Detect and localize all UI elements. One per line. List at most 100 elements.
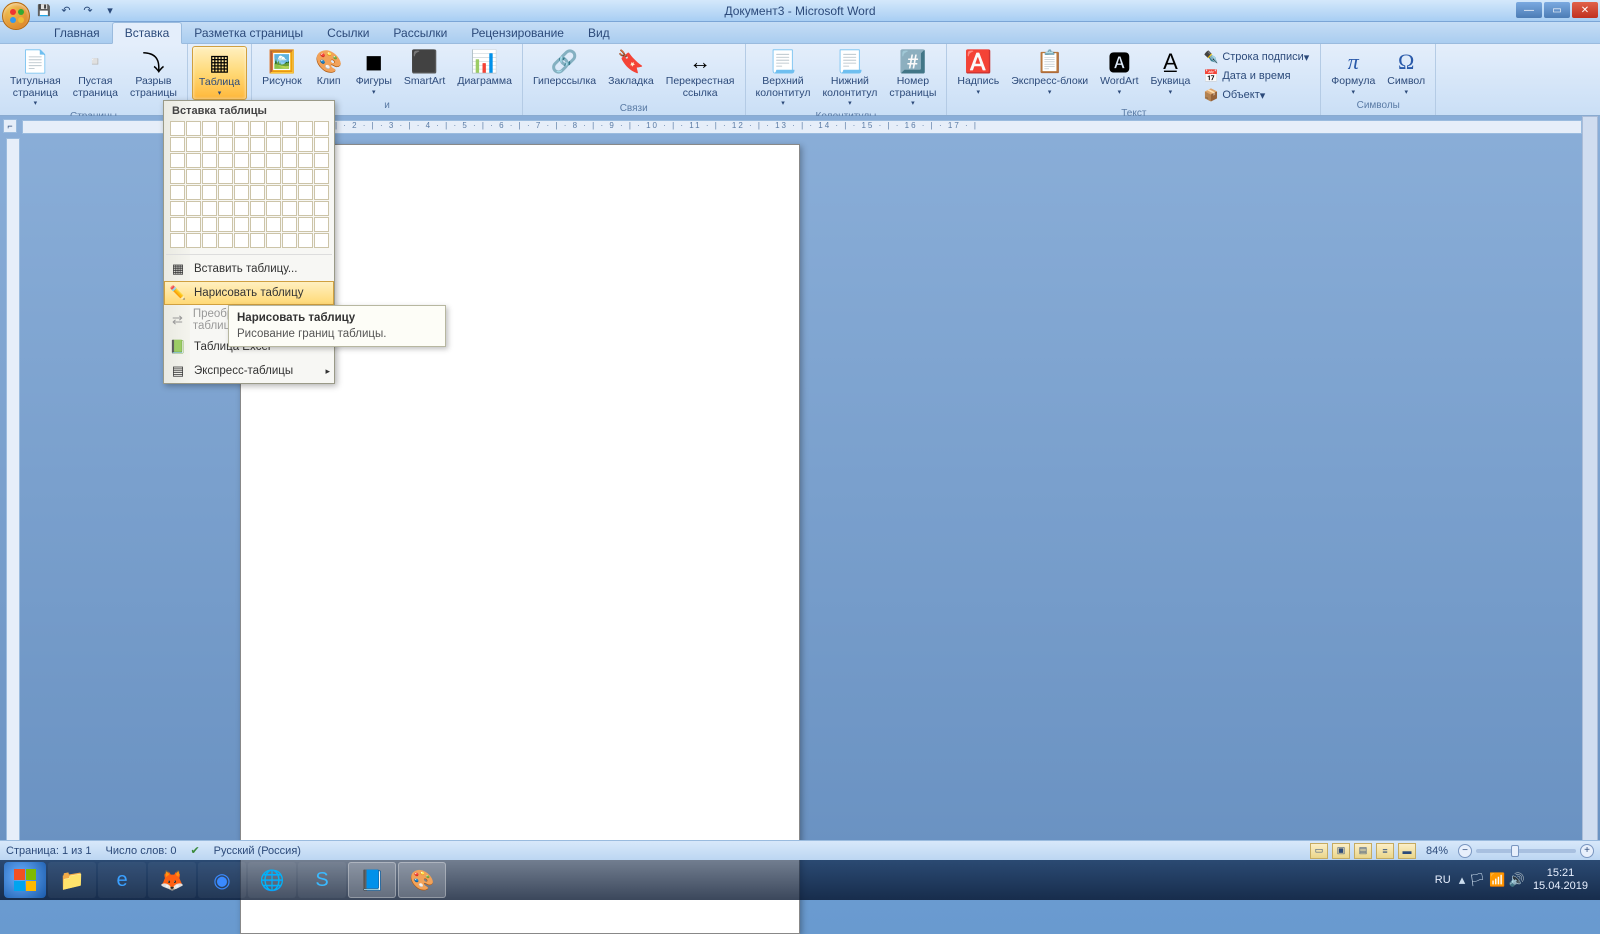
- start-button[interactable]: [4, 862, 46, 898]
- grid-cell[interactable]: [218, 201, 233, 216]
- grid-cell[interactable]: [314, 137, 329, 152]
- vertical-scrollbar[interactable]: [1582, 116, 1598, 850]
- grid-cell[interactable]: [250, 185, 265, 200]
- grid-cell[interactable]: [186, 217, 201, 232]
- status-words[interactable]: Число слов: 0: [106, 845, 177, 857]
- grid-cell[interactable]: [314, 233, 329, 248]
- grid-cell[interactable]: [186, 169, 201, 184]
- tab-home[interactable]: Главная: [42, 23, 112, 43]
- zoom-out-button[interactable]: −: [1458, 844, 1472, 858]
- page-number-button[interactable]: #️⃣Номер страницы▾: [883, 46, 942, 109]
- table-button[interactable]: ▦Таблица▾: [192, 46, 247, 100]
- grid-cell[interactable]: [234, 185, 249, 200]
- grid-cell[interactable]: [282, 185, 297, 200]
- minimize-button[interactable]: —: [1516, 2, 1542, 18]
- redo-icon[interactable]: ↷: [79, 2, 97, 20]
- tab-review[interactable]: Рецензирование: [459, 23, 576, 43]
- grid-cell[interactable]: [282, 137, 297, 152]
- zoom-thumb[interactable]: [1511, 845, 1519, 857]
- bookmark-button[interactable]: 🔖Закладка: [602, 46, 660, 90]
- office-button[interactable]: [2, 2, 30, 30]
- grid-cell[interactable]: [314, 185, 329, 200]
- grid-cell[interactable]: [266, 233, 281, 248]
- cover-page-button[interactable]: 📄Титульная страница▾: [4, 46, 67, 109]
- grid-cell[interactable]: [170, 201, 185, 216]
- grid-cell[interactable]: [170, 121, 185, 136]
- view-outline[interactable]: ≡: [1376, 843, 1394, 859]
- vertical-ruler[interactable]: [6, 138, 20, 850]
- grid-cell[interactable]: [218, 185, 233, 200]
- crossref-button[interactable]: ↔Перекрестная ссылка: [660, 46, 741, 101]
- close-button[interactable]: ✕: [1572, 2, 1598, 18]
- grid-cell[interactable]: [266, 121, 281, 136]
- grid-cell[interactable]: [298, 185, 313, 200]
- grid-cell[interactable]: [314, 217, 329, 232]
- grid-cell[interactable]: [234, 217, 249, 232]
- grid-cell[interactable]: [250, 169, 265, 184]
- grid-cell[interactable]: [218, 217, 233, 232]
- insert-table-item[interactable]: ▦Вставить таблицу...: [164, 257, 334, 281]
- taskbar-explorer[interactable]: 📁: [48, 862, 96, 898]
- quickparts-button[interactable]: 📋Экспресс-блоки▾: [1005, 46, 1094, 98]
- taskbar-firefox[interactable]: 🦊: [148, 862, 196, 898]
- textbox-button[interactable]: 🅰️Надпись▾: [951, 46, 1005, 98]
- grid-cell[interactable]: [298, 169, 313, 184]
- hyperlink-button[interactable]: 🔗Гиперссылка: [527, 46, 602, 90]
- grid-cell[interactable]: [314, 153, 329, 168]
- view-full-screen[interactable]: ▣: [1332, 843, 1350, 859]
- grid-cell[interactable]: [186, 185, 201, 200]
- chart-button[interactable]: 📊Диаграмма: [451, 46, 518, 90]
- header-button[interactable]: 📃Верхний колонтитул▾: [750, 46, 817, 109]
- grid-cell[interactable]: [250, 217, 265, 232]
- signature-line-button[interactable]: ✒️Строка подписи ▾: [1200, 48, 1312, 66]
- blank-page-button[interactable]: ▫️Пустая страница: [67, 46, 124, 101]
- grid-cell[interactable]: [282, 201, 297, 216]
- grid-cell[interactable]: [282, 121, 297, 136]
- grid-cell[interactable]: [298, 121, 313, 136]
- grid-cell[interactable]: [266, 153, 281, 168]
- symbol-button[interactable]: ΩСимвол▾: [1381, 46, 1431, 98]
- grid-cell[interactable]: [186, 233, 201, 248]
- grid-cell[interactable]: [202, 121, 217, 136]
- tray-language[interactable]: RU: [1435, 874, 1451, 886]
- grid-cell[interactable]: [202, 137, 217, 152]
- wordart-button[interactable]: 🅰WordArt▾: [1094, 46, 1144, 98]
- grid-cell[interactable]: [234, 153, 249, 168]
- zoom-percent[interactable]: 84%: [1426, 845, 1448, 857]
- tray-clock[interactable]: 15:21 15.04.2019: [1533, 867, 1588, 893]
- grid-cell[interactable]: [298, 137, 313, 152]
- quick-tables-item[interactable]: ▤Экспресс-таблицы▸: [164, 359, 334, 383]
- grid-cell[interactable]: [282, 233, 297, 248]
- grid-cell[interactable]: [202, 201, 217, 216]
- grid-cell[interactable]: [298, 201, 313, 216]
- zoom-in-button[interactable]: +: [1580, 844, 1594, 858]
- tray-icons[interactable]: ▴ 🏳 📶 🔊: [1459, 872, 1525, 888]
- smartart-button[interactable]: ⬛SmartArt: [398, 46, 451, 90]
- grid-cell[interactable]: [234, 169, 249, 184]
- date-time-button[interactable]: 📅Дата и время: [1200, 67, 1312, 85]
- grid-cell[interactable]: [202, 233, 217, 248]
- grid-cell[interactable]: [170, 137, 185, 152]
- grid-cell[interactable]: [202, 153, 217, 168]
- save-icon[interactable]: 💾: [35, 2, 53, 20]
- grid-cell[interactable]: [314, 121, 329, 136]
- taskbar-ie[interactable]: e: [98, 862, 146, 898]
- grid-cell[interactable]: [170, 169, 185, 184]
- table-size-grid[interactable]: [170, 121, 328, 248]
- grid-cell[interactable]: [298, 217, 313, 232]
- status-page[interactable]: Страница: 1 из 1: [6, 845, 92, 857]
- grid-cell[interactable]: [234, 137, 249, 152]
- footer-button[interactable]: 📃Нижний колонтитул▾: [816, 46, 883, 109]
- proofing-icon[interactable]: ✔: [190, 844, 199, 857]
- clip-button[interactable]: 🎨Клип: [308, 46, 350, 90]
- tab-view[interactable]: Вид: [576, 23, 622, 43]
- grid-cell[interactable]: [218, 233, 233, 248]
- grid-cell[interactable]: [266, 201, 281, 216]
- maximize-button[interactable]: ▭: [1544, 2, 1570, 18]
- tab-references[interactable]: Ссылки: [315, 23, 381, 43]
- grid-cell[interactable]: [282, 169, 297, 184]
- page-break-button[interactable]: ⤵Разрыв страницы: [124, 46, 183, 101]
- grid-cell[interactable]: [186, 201, 201, 216]
- grid-cell[interactable]: [218, 121, 233, 136]
- grid-cell[interactable]: [170, 233, 185, 248]
